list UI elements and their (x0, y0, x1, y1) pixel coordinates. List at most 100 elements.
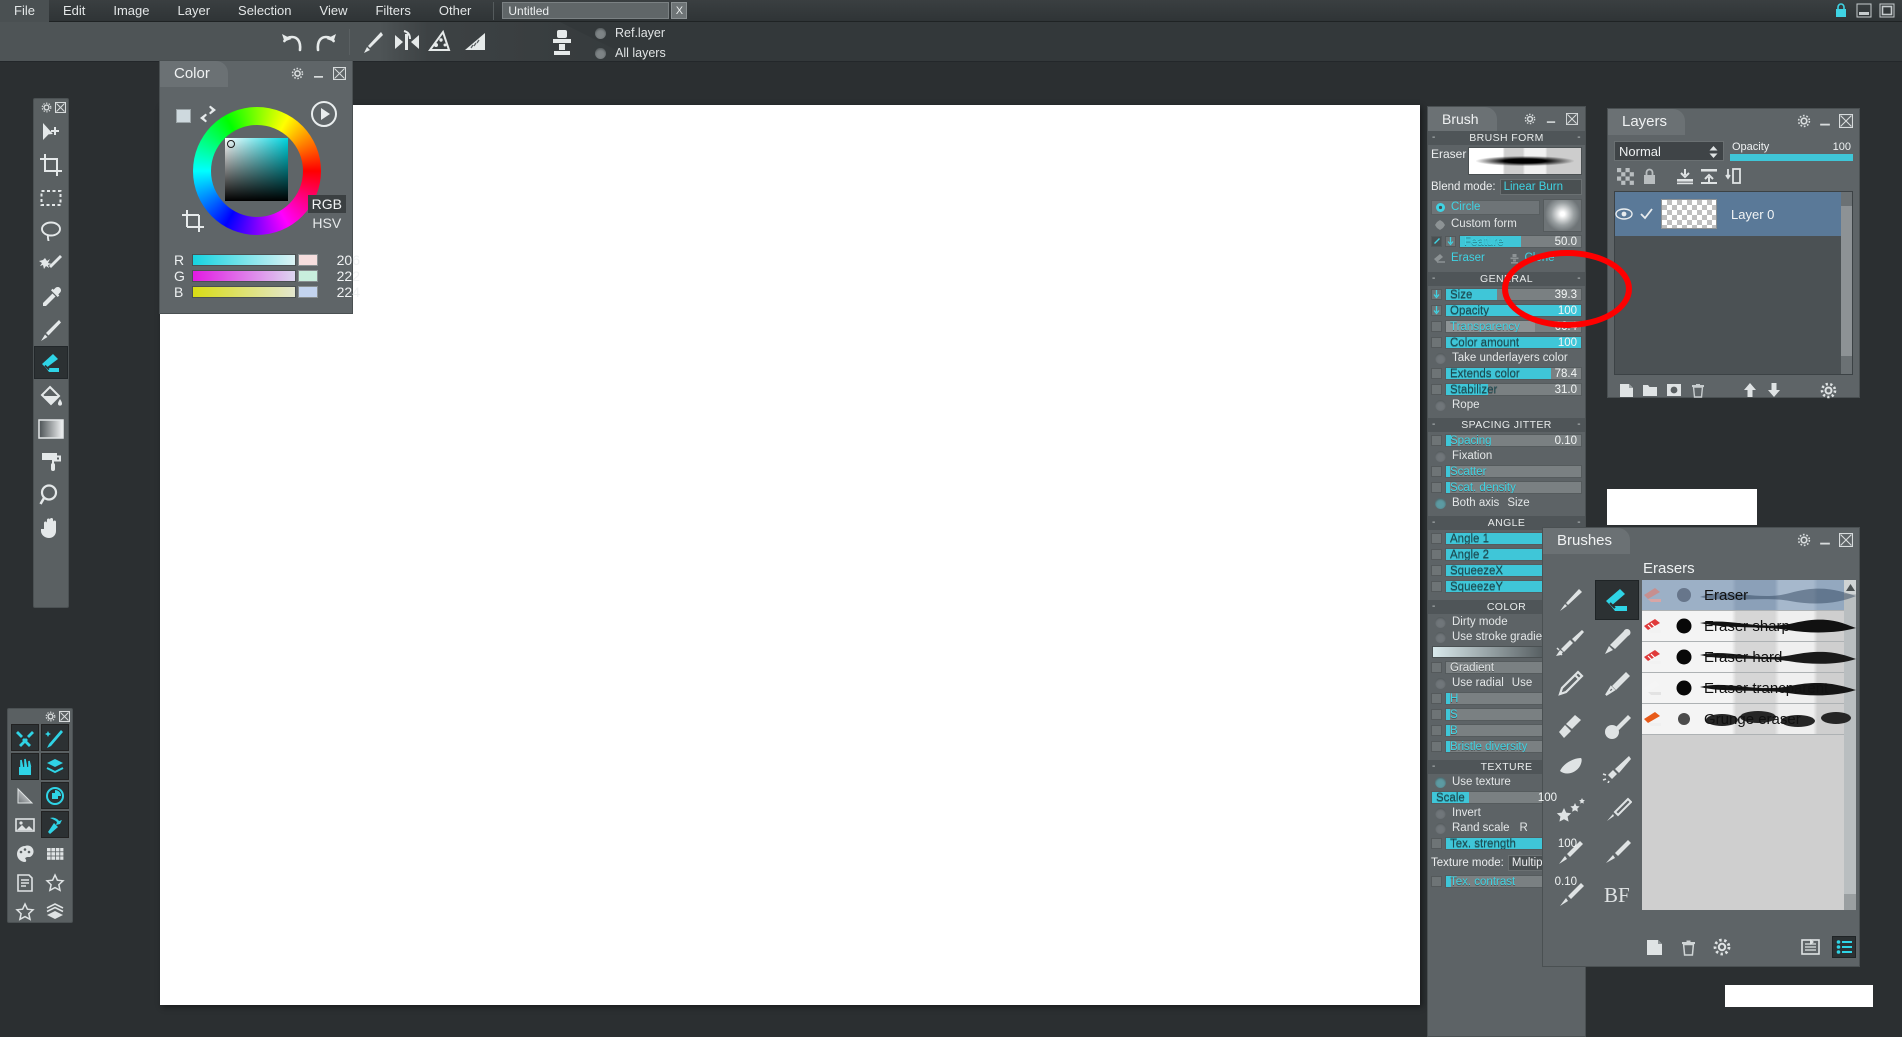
brush-icon[interactable] (356, 25, 390, 59)
effects-toggle[interactable] (41, 724, 69, 751)
take-underlayers-radio[interactable] (1435, 352, 1446, 364)
gradient-tool[interactable] (34, 412, 68, 445)
close-icon[interactable] (332, 66, 346, 80)
gradient-toggle[interactable] (1431, 662, 1442, 673)
crop-tool[interactable] (34, 148, 68, 181)
detail-brush-icon[interactable] (1595, 790, 1639, 830)
color-square[interactable] (225, 138, 288, 201)
saturation-toggle[interactable] (1431, 709, 1442, 720)
rand-scale-radio[interactable] (1435, 822, 1446, 834)
document-title-field[interactable]: Untitled (502, 2, 670, 19)
invert-radio[interactable] (1435, 807, 1446, 819)
list-item[interactable]: Eraser hard (1642, 642, 1856, 673)
marker-icon[interactable] (1548, 706, 1592, 746)
squeezex-toggle[interactable] (1431, 565, 1442, 576)
flat-brush-icon[interactable] (1595, 622, 1639, 662)
list-item[interactable]: Grunge eraser (1642, 704, 1856, 735)
color-mode-hsv[interactable]: HSV (308, 213, 346, 233)
custom-form-button[interactable]: Custom form (1431, 217, 1540, 232)
close-icon[interactable] (59, 710, 70, 722)
favorites-toggle[interactable] (41, 869, 69, 896)
notes-toggle[interactable] (11, 869, 39, 896)
rope-radio[interactable] (1435, 399, 1446, 411)
brush-preset-list[interactable]: Eraser Eraser sharp Eraser hard Eraser t… (1642, 580, 1856, 910)
redo-icon[interactable] (309, 25, 343, 59)
scatter-toggle[interactable] (1431, 466, 1442, 477)
layer-visibility-icon[interactable] (1615, 208, 1639, 220)
thumbnail-view-icon[interactable] (1798, 936, 1822, 958)
tex-strength-toggle[interactable] (1431, 838, 1442, 849)
eraser-tool[interactable] (34, 346, 68, 379)
fill-tool[interactable] (34, 379, 68, 412)
eraser-icon[interactable] (1595, 580, 1639, 620)
menu-filters[interactable]: Filters (361, 0, 424, 22)
tex-strength-slider[interactable]: Tex. strength 100 (1445, 837, 1582, 850)
transparency-toggle[interactable] (1431, 321, 1442, 332)
fixation-row[interactable]: Fixation (1431, 449, 1582, 463)
gear-icon[interactable] (290, 66, 304, 80)
color-mode-toggle[interactable]: RGB HSV (307, 195, 346, 233)
layer-thumbnail[interactable] (1661, 199, 1717, 229)
roller-tool[interactable] (34, 445, 68, 478)
ref-layer-radio[interactable] (595, 27, 606, 39)
delete-layer-icon[interactable] (1688, 381, 1708, 399)
blender-icon[interactable] (1548, 748, 1592, 788)
move-tool[interactable] (34, 115, 68, 148)
list-item[interactable]: Eraser sharp (1642, 611, 1856, 642)
brush-preview[interactable] (1468, 147, 1582, 175)
bristle-diversity-toggle[interactable] (1431, 741, 1442, 752)
menu-edit[interactable]: Edit (49, 0, 99, 22)
layer-opacity-control[interactable]: Opacity 100 (1730, 141, 1853, 161)
feature-arrow-icon[interactable] (1445, 236, 1456, 247)
all-layers-radio[interactable] (595, 47, 606, 59)
opacity-slider[interactable]: Opacity 100 (1445, 304, 1582, 317)
use-texture-radio[interactable] (1435, 776, 1446, 788)
fan-brush-icon[interactable] (1548, 622, 1592, 662)
gear-icon[interactable] (41, 102, 52, 113)
stabilizer-toggle[interactable] (1431, 384, 1442, 395)
color-amount-toggle[interactable] (1431, 337, 1442, 348)
close-icon[interactable] (55, 101, 66, 113)
menu-other[interactable]: Other (425, 0, 486, 22)
merge-up-icon[interactable] (1700, 167, 1718, 185)
gear-icon[interactable] (1797, 114, 1811, 128)
stroke-gradient-radio[interactable] (1435, 631, 1446, 643)
tools-extra-toggle[interactable] (41, 811, 69, 838)
blend-mode-value[interactable]: Linear Burn (1499, 178, 1582, 195)
menu-file[interactable]: File (0, 0, 49, 22)
brush-tip-thumbnail[interactable] (1543, 199, 1582, 232)
ink-pen-icon[interactable] (1595, 664, 1639, 704)
magic-wand-tool[interactable] (34, 247, 68, 280)
size-arrow-icon[interactable] (1431, 289, 1442, 300)
tools-panel-toggle[interactable] (11, 724, 39, 751)
menu-view[interactable]: View (306, 0, 362, 22)
dirty-mode-radio[interactable] (1435, 616, 1446, 628)
clone-mode-button[interactable]: Clone (1507, 251, 1583, 266)
feature-slider[interactable]: Feature 50.0 (1459, 235, 1582, 248)
settings-icon[interactable] (1710, 936, 1734, 958)
crop-icon[interactable] (181, 209, 205, 233)
rope-row[interactable]: Rope (1431, 398, 1582, 412)
clipping-mask-icon[interactable] (1724, 167, 1742, 185)
new-brush-icon[interactable] (1642, 936, 1666, 958)
delete-brush-icon[interactable] (1676, 936, 1700, 958)
channel-knob-r[interactable] (298, 254, 318, 266)
close-icon[interactable] (1565, 112, 1579, 126)
blend-mode-select[interactable]: Normal (1614, 141, 1724, 161)
layer-check-icon[interactable] (1639, 207, 1661, 221)
minimize-icon[interactable] (1854, 2, 1873, 19)
lock-icon[interactable] (1640, 167, 1658, 185)
list-view-icon[interactable] (1832, 936, 1856, 958)
take-underlayers-row[interactable]: Take underlayers color (1431, 351, 1582, 365)
spacing-toggle[interactable] (1431, 435, 1442, 446)
settings-icon[interactable] (1818, 381, 1838, 399)
brightness-toggle[interactable] (1431, 725, 1442, 736)
gradient-panel-toggle[interactable] (11, 782, 39, 809)
zoom-tool[interactable] (34, 478, 68, 511)
both-axis-radio[interactable] (1435, 497, 1446, 509)
scat-density-toggle[interactable] (1431, 482, 1442, 493)
angle1-toggle[interactable] (1431, 533, 1442, 544)
eraser-mode-button[interactable]: Eraser (1431, 251, 1507, 266)
bf-icon[interactable]: BF (1595, 874, 1639, 914)
section-brush-form[interactable]: - BRUSH FORM - (1428, 131, 1585, 145)
